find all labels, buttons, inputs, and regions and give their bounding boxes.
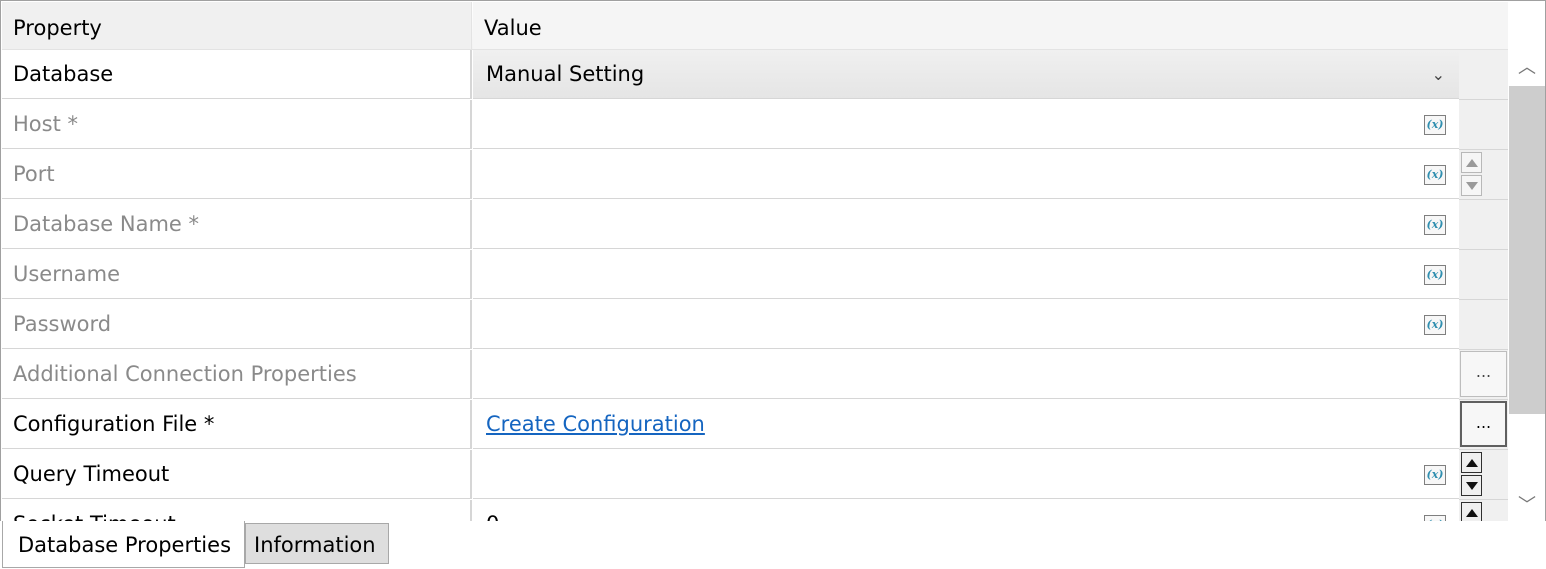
spin-down-icon[interactable]	[1461, 175, 1482, 196]
row-side-empty	[1459, 50, 1508, 100]
property-label-password: Password	[2, 300, 472, 349]
ellipsis-button[interactable]: ...	[1460, 351, 1507, 397]
database-name-field[interactable]: (x)	[473, 200, 1459, 249]
row-side-empty	[1459, 200, 1508, 250]
spin-up-icon[interactable]	[1461, 452, 1482, 473]
property-label-configuration-file: Configuration File *	[2, 400, 472, 449]
expression-icon[interactable]: (x)	[1424, 115, 1446, 135]
spin-down-icon[interactable]	[1461, 475, 1482, 496]
query-timeout-field[interactable]: (x)	[473, 450, 1459, 499]
property-label-query-timeout: Query Timeout	[2, 450, 472, 499]
configuration-file-field: Create Configuration	[473, 400, 1459, 449]
row-query-timeout: Query Timeout (x)	[2, 450, 1508, 500]
password-field[interactable]: (x)	[473, 300, 1459, 349]
property-grid-panel: Property Value Database Manual Setting ⌄…	[0, 0, 1546, 523]
property-label-host: Host *	[2, 100, 472, 149]
query-timeout-spinner	[1459, 450, 1508, 500]
chevron-down-icon[interactable]: ⌄	[1432, 50, 1445, 99]
property-label-username: Username	[2, 250, 472, 299]
scroll-up-icon[interactable]: ︿	[1509, 50, 1545, 86]
expression-icon[interactable]: (x)	[1424, 215, 1446, 235]
row-configuration-file: Configuration File * Create Configuratio…	[2, 400, 1508, 450]
property-label-database: Database	[2, 50, 472, 99]
row-socket-timeout: Socket Timeout 0 (x)	[2, 500, 1508, 521]
row-host: Host * (x)	[2, 100, 1508, 150]
row-port: Port (x)	[2, 150, 1508, 200]
ellipsis-cell: ...	[1459, 400, 1508, 450]
tab-database-properties[interactable]: Database Properties	[2, 521, 245, 568]
row-side-empty	[1459, 300, 1508, 350]
property-label-port: Port	[2, 150, 472, 199]
expression-icon[interactable]: (x)	[1424, 465, 1446, 485]
tab-information[interactable]: Information	[245, 523, 389, 564]
ellipsis-button[interactable]: ...	[1460, 401, 1507, 447]
property-label-database-name: Database Name *	[2, 200, 472, 249]
property-label-additional-connection-properties: Additional Connection Properties	[2, 350, 472, 399]
spin-up-icon[interactable]	[1461, 152, 1482, 173]
tab-bar: Database Properties Information	[0, 521, 1546, 568]
row-database-name: Database Name * (x)	[2, 200, 1508, 250]
socket-timeout-spinner	[1459, 500, 1508, 521]
property-grid: Property Value Database Manual Setting ⌄…	[2, 2, 1508, 521]
socket-timeout-field[interactable]: 0 (x)	[473, 500, 1459, 521]
expression-icon[interactable]: (x)	[1424, 165, 1446, 185]
row-username: Username (x)	[2, 250, 1508, 300]
property-label-socket-timeout: Socket Timeout	[2, 500, 472, 521]
database-select[interactable]: Manual Setting ⌄	[473, 50, 1459, 99]
socket-timeout-value: 0	[486, 512, 499, 521]
scrollbar-thumb[interactable]	[1509, 86, 1545, 414]
additional-connection-properties-field[interactable]	[473, 350, 1459, 399]
scroll-down-icon[interactable]: ﹀	[1509, 488, 1545, 522]
row-additional-connection-properties: Additional Connection Properties ...	[2, 350, 1508, 400]
row-side-empty	[1459, 250, 1508, 300]
expression-icon[interactable]: (x)	[1424, 265, 1446, 285]
row-password: Password (x)	[2, 300, 1508, 350]
expression-icon[interactable]: (x)	[1424, 315, 1446, 335]
create-configuration-link[interactable]: Create Configuration	[486, 412, 705, 436]
port-field[interactable]: (x)	[473, 150, 1459, 199]
row-database: Database Manual Setting ⌄	[2, 50, 1508, 100]
grid-header: Property Value	[2, 2, 1508, 50]
vertical-scrollbar[interactable]: ︿ ﹀	[1509, 48, 1545, 522]
port-spinner	[1459, 150, 1508, 200]
username-field[interactable]: (x)	[473, 250, 1459, 299]
database-select-value: Manual Setting	[486, 62, 645, 86]
header-value[interactable]: Value	[473, 2, 1508, 49]
spin-up-icon[interactable]	[1461, 502, 1482, 521]
ellipsis-cell: ...	[1459, 350, 1508, 400]
row-side-empty	[1459, 100, 1508, 150]
header-property[interactable]: Property	[2, 2, 472, 49]
host-field[interactable]: (x)	[473, 100, 1459, 149]
